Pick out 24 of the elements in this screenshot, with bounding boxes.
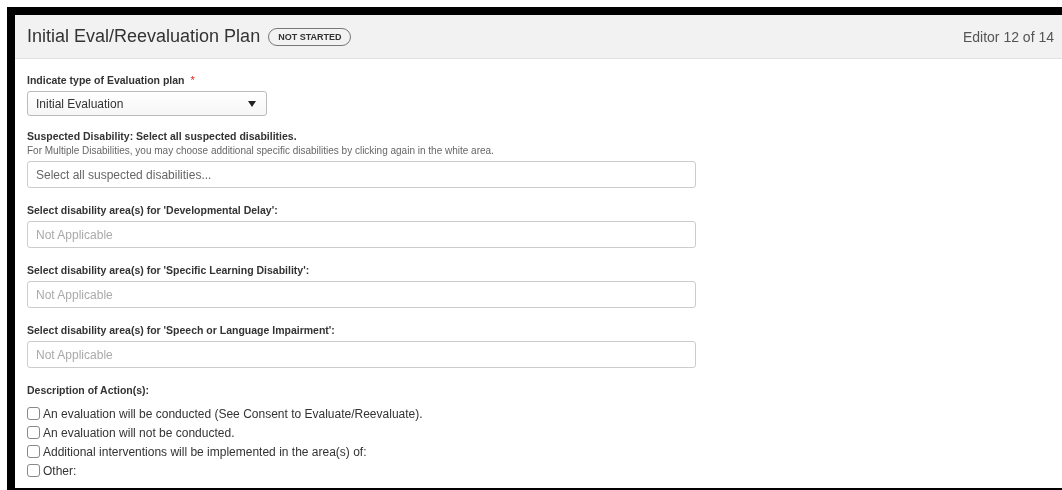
editor-position: Editor 12 of 14	[962, 28, 1054, 45]
field-label: Select disability area(s) for 'Developmental Delay':	[27, 204, 279, 216]
disability-area-field[interactable]: Not Applicable	[27, 221, 696, 248]
checkbox[interactable]	[27, 464, 40, 477]
disability-select-field[interactable]: Select all suspected disabilities...	[27, 161, 696, 188]
required-mark: *	[190, 74, 195, 86]
field-label: Suspected Disability: Select all suspected disabilities.	[27, 130, 298, 142]
disability-area-field[interactable]: Not Applicable	[27, 281, 696, 308]
field-label: Select disability area(s) for 'Speech or Language Impairment':	[27, 324, 336, 336]
field-label: Description of Action(s):	[27, 384, 151, 396]
help-text: For Multiple Disabilities, you may choose additional specific disabilities by clicking again in the white area.	[27, 145, 495, 156]
checkbox[interactable]	[27, 407, 40, 420]
plan-type-dropdown[interactable]: Initial Evaluation	[27, 91, 267, 116]
section-title: Initial Eval/Reevaluation Plan	[27, 26, 261, 47]
field-label: Indicate type of Evaluation plan	[27, 74, 185, 86]
caret-icon	[248, 100, 256, 107]
checkbox[interactable]	[27, 426, 40, 439]
action-checkbox[interactable]: An evaluation will be conducted (See Consent to Evaluate/Reevaluate).	[27, 404, 1062, 423]
disability-area-field[interactable]: Not Applicable	[27, 341, 696, 368]
checkbox[interactable]	[27, 445, 40, 458]
action-checkbox[interactable]: An evaluation will not be conducted.	[27, 423, 1062, 442]
action-checkbox[interactable]: Additional interventions will be implemented in the area(s) of:	[27, 442, 1062, 461]
field-label: Select disability area(s) for 'Specific Learning Disability':	[27, 264, 311, 276]
action-checkbox[interactable]: Other:	[27, 461, 1062, 480]
